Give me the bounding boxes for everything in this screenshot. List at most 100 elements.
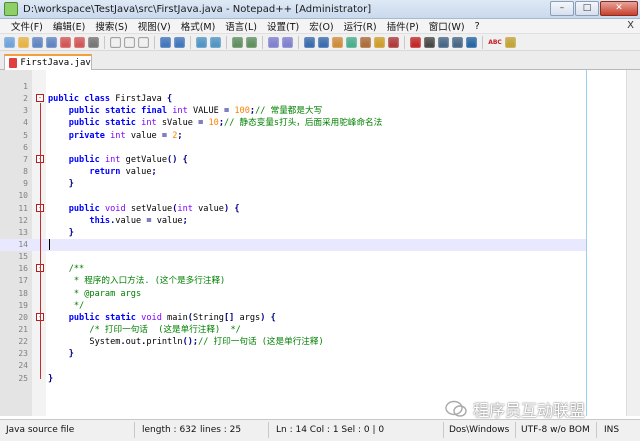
code-line[interactable]: 2- public class FirstJava { [0, 93, 586, 105]
fold-toggle-icon[interactable]: - [36, 94, 44, 103]
zoom-in-icon[interactable] [232, 36, 243, 48]
stop-record-icon[interactable] [424, 36, 435, 48]
zoom-out-icon[interactable] [246, 36, 257, 48]
run-macro-multiple-icon[interactable] [452, 36, 463, 48]
menu-bar: 文件(F) 编辑(E) 搜索(S) 视图(V) 格式(M) 语言(L) 设置(T… [0, 19, 640, 34]
copy-icon[interactable] [124, 36, 135, 48]
code-line[interactable]: 3 public static final int VALUE = 100;//… [0, 105, 586, 117]
show-all-chars-icon[interactable] [318, 36, 329, 48]
tab-firstjava[interactable]: FirstJava.java [4, 54, 92, 70]
watermark-text: 程序员互动联盟 [473, 401, 586, 420]
code-line[interactable]: 13 } [0, 227, 586, 239]
toolbar-separator [262, 35, 263, 49]
vertical-scrollbar[interactable] [626, 70, 640, 416]
watermark: 程序员互动联盟 [445, 396, 635, 422]
menu-view[interactable]: 视图(V) [133, 19, 176, 33]
code-line[interactable]: 6 [0, 142, 586, 154]
tab-label: FirstJava.java [20, 58, 91, 68]
code-text: /* 打印一句话 (这是单行注释) */ [89, 325, 241, 335]
replace-icon[interactable] [210, 36, 221, 48]
status-encoding: UTF-8 w/o BOM [521, 425, 590, 435]
code-line[interactable]: 12 this.value = value; [0, 215, 586, 227]
save-macro-icon[interactable] [466, 36, 477, 48]
line-number: 3 [23, 106, 28, 116]
line-number: 6 [23, 142, 28, 152]
menu-plugins[interactable]: 插件(P) [382, 19, 424, 33]
code-text: } [68, 227, 74, 238]
code-line[interactable]: 25} [0, 373, 586, 385]
document-map-icon[interactable] [346, 36, 357, 48]
code-line[interactable]: 5 private int value = 2; [0, 130, 586, 142]
play-macro-icon[interactable] [438, 36, 449, 48]
open-file-icon[interactable] [18, 36, 29, 48]
fold-range-line [40, 273, 41, 306]
close-icon[interactable] [60, 36, 71, 48]
paste-icon[interactable] [138, 36, 149, 48]
status-eol: Dos\Windows [449, 425, 510, 435]
code-text: } [48, 373, 54, 384]
status-divider [443, 422, 444, 438]
code-line[interactable]: 19 */ [0, 300, 586, 312]
save-icon[interactable] [32, 36, 43, 48]
code-line[interactable]: 4 public static int sValue = 10;// 静态变量s… [0, 117, 586, 129]
menu-settings[interactable]: 设置(T) [262, 19, 304, 33]
menu-help[interactable]: ? [470, 21, 485, 32]
redo-icon[interactable] [174, 36, 185, 48]
code-line[interactable]: 14 [0, 238, 586, 251]
code-line[interactable]: 15 [0, 251, 586, 263]
toolbar-separator [298, 35, 299, 49]
code-line[interactable]: 1 [0, 81, 586, 93]
code-line[interactable]: 18 * @param args [0, 288, 586, 300]
indent-guide-icon[interactable] [332, 36, 343, 48]
menu-language[interactable]: 语言(L) [220, 19, 262, 33]
code-line[interactable]: 9 } [0, 178, 586, 190]
code-text: private int value = 2; [68, 130, 183, 141]
toolbar-separator [154, 35, 155, 49]
function-list-icon[interactable] [360, 36, 371, 48]
close-document-button[interactable]: X [627, 20, 634, 31]
status-divider [268, 422, 269, 438]
minimize-button[interactable]: – [550, 1, 574, 16]
word-wrap-icon[interactable] [304, 36, 315, 48]
code-line[interactable]: 8 return value; [0, 166, 586, 178]
code-line[interactable]: 24 [0, 360, 586, 372]
code-line[interactable]: 20- public static void main(String[] arg… [0, 312, 586, 324]
menu-macro[interactable]: 宏(O) [304, 19, 338, 33]
close-all-icon[interactable] [74, 36, 85, 48]
print-icon[interactable] [88, 36, 99, 48]
record-macro-icon[interactable] [410, 36, 421, 48]
code-line[interactable]: 23 } [0, 348, 586, 360]
maximize-button[interactable]: □ [575, 1, 599, 16]
code-line[interactable]: 7- public int getValue() { [0, 154, 586, 166]
close-button[interactable]: ✕ [600, 1, 638, 16]
code-text: } [68, 179, 74, 190]
code-line[interactable]: 22 System.out.println();// 打印一句话 (这是单行注释… [0, 336, 586, 348]
cut-icon[interactable] [110, 36, 121, 48]
code-line[interactable]: 11- public void setValue(int value) { [0, 203, 586, 215]
code-editor[interactable]: 1 2- public class FirstJava {3 public stat… [0, 70, 640, 416]
menu-format[interactable]: 格式(M) [176, 19, 221, 33]
menu-run[interactable]: 运行(R) [339, 19, 382, 33]
save-all-icon[interactable] [46, 36, 57, 48]
window-title: D:\workspace\TestJava\src\FirstJava.java… [23, 3, 372, 15]
status-length: length : 632 [142, 425, 197, 435]
code-line[interactable]: 10 [0, 190, 586, 202]
sync-horizontal-icon[interactable] [282, 36, 293, 48]
undo-icon[interactable] [160, 36, 171, 48]
menu-edit[interactable]: 编辑(E) [48, 19, 90, 33]
menu-file[interactable]: 文件(F) [6, 19, 48, 33]
sync-vertical-icon[interactable] [268, 36, 279, 48]
spellcheck-icon[interactable]: ABC [487, 36, 503, 49]
folder-workspace-icon[interactable] [374, 36, 385, 48]
code-line[interactable]: 16- /** [0, 263, 586, 275]
menu-window[interactable]: 窗口(W) [424, 19, 470, 33]
fold-range-line [40, 321, 41, 355]
code-line[interactable]: 17 * 程序的入口方法. (这个是多行注释) [0, 275, 586, 287]
fold-range-line [40, 212, 41, 233]
menu-search[interactable]: 搜索(S) [90, 19, 132, 33]
new-file-icon[interactable] [4, 36, 15, 48]
monitoring-icon[interactable] [388, 36, 399, 48]
plugin-icon[interactable] [505, 36, 516, 48]
code-line[interactable]: 21 /* 打印一句话 (这是单行注释) */ [0, 324, 586, 336]
find-icon[interactable] [196, 36, 207, 48]
